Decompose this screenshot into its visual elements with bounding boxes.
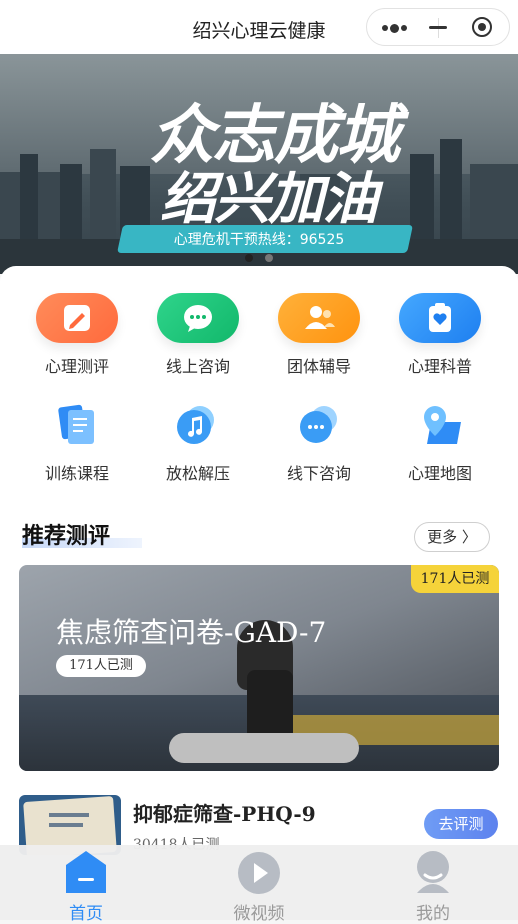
carousel-dot[interactable] xyxy=(265,254,273,262)
menu-training-course[interactable]: 训练课程 xyxy=(17,404,137,484)
close-mini-program-icon[interactable] xyxy=(472,17,492,37)
menu-label: 放松解压 xyxy=(165,464,230,483)
tab-label: 微视频 xyxy=(233,904,285,924)
top-navbar: 绍兴心理云健康 xyxy=(0,0,518,54)
menu-psych-map[interactable]: 心理地图 xyxy=(380,404,500,484)
carousel-dot-active[interactable] xyxy=(245,254,253,262)
assessment-title[interactable]: 抑郁症筛查-PHQ-9 xyxy=(133,798,316,827)
banner-headline-2: 绍兴加油 xyxy=(160,166,378,232)
mini-program-capsule xyxy=(366,8,510,46)
thumbnail-line xyxy=(49,813,89,817)
menu-offline-consult[interactable]: 线下咨询 xyxy=(259,404,379,484)
menu-group-counsel[interactable]: 团体辅导 xyxy=(259,293,379,377)
menu-relaxation[interactable]: 放松解压 xyxy=(138,404,258,484)
featured-count-badge: 171人已测 xyxy=(411,565,499,593)
menu-label: 心理测评 xyxy=(44,357,109,376)
user-face-icon xyxy=(417,851,449,893)
featured-count-tag: 171人已测 xyxy=(56,655,146,677)
chat-bubble-icon xyxy=(157,293,239,343)
map-pin-icon xyxy=(415,404,465,454)
section-title: 推荐测评 xyxy=(22,524,111,549)
tab-label: 我的 xyxy=(416,904,450,924)
start-assessment-button[interactable]: 去评测 xyxy=(424,809,498,839)
thumbnail-line xyxy=(49,823,83,827)
menu-psych-assessment[interactable]: 心理测评 xyxy=(17,293,137,377)
book-icon xyxy=(52,404,102,454)
group-users-icon xyxy=(278,293,360,343)
menu-psych-science[interactable]: 心理科普 xyxy=(380,293,500,377)
tab-home[interactable]: 首页 xyxy=(16,845,156,924)
hero-banner[interactable]: 众志成城 绍兴加油 心理危机干预热线：96525 xyxy=(0,54,518,274)
edit-icon xyxy=(36,293,118,343)
clipboard-heart-icon xyxy=(399,293,481,343)
tab-label: 首页 xyxy=(69,904,103,924)
photo-figure-legs xyxy=(169,733,359,763)
more-button[interactable]: 更多 〉 xyxy=(414,522,490,552)
menu-label: 心理地图 xyxy=(407,464,472,483)
featured-assessment-card[interactable]: 171人已测 焦虑筛查问卷-GAD-7 171人已测 xyxy=(19,565,499,771)
tab-micro-video[interactable]: 微视频 xyxy=(189,845,329,924)
photo-figure-body xyxy=(247,670,293,740)
menu-label: 线上咨询 xyxy=(165,357,230,376)
tab-mine[interactable]: 我的 xyxy=(363,845,503,924)
menu-label: 心理科普 xyxy=(407,357,472,376)
menu-label: 团体辅导 xyxy=(286,357,351,376)
bottom-tab-bar: 首页 微视频 我的 xyxy=(0,845,518,924)
menu-online-consult[interactable]: 线上咨询 xyxy=(138,293,258,377)
hotline-text: 心理危机干预热线：96525 xyxy=(173,232,345,248)
speech-dots-icon xyxy=(294,404,344,454)
menu-label: 线下咨询 xyxy=(286,464,351,483)
play-icon xyxy=(238,852,280,894)
music-note-icon xyxy=(173,404,223,454)
home-icon xyxy=(66,851,106,893)
menu-label: 训练课程 xyxy=(44,464,109,483)
more-menu-icon[interactable] xyxy=(382,23,408,33)
featured-title: 焦虑筛查问卷-GAD-7 xyxy=(56,616,327,649)
minimize-icon[interactable] xyxy=(429,26,447,29)
